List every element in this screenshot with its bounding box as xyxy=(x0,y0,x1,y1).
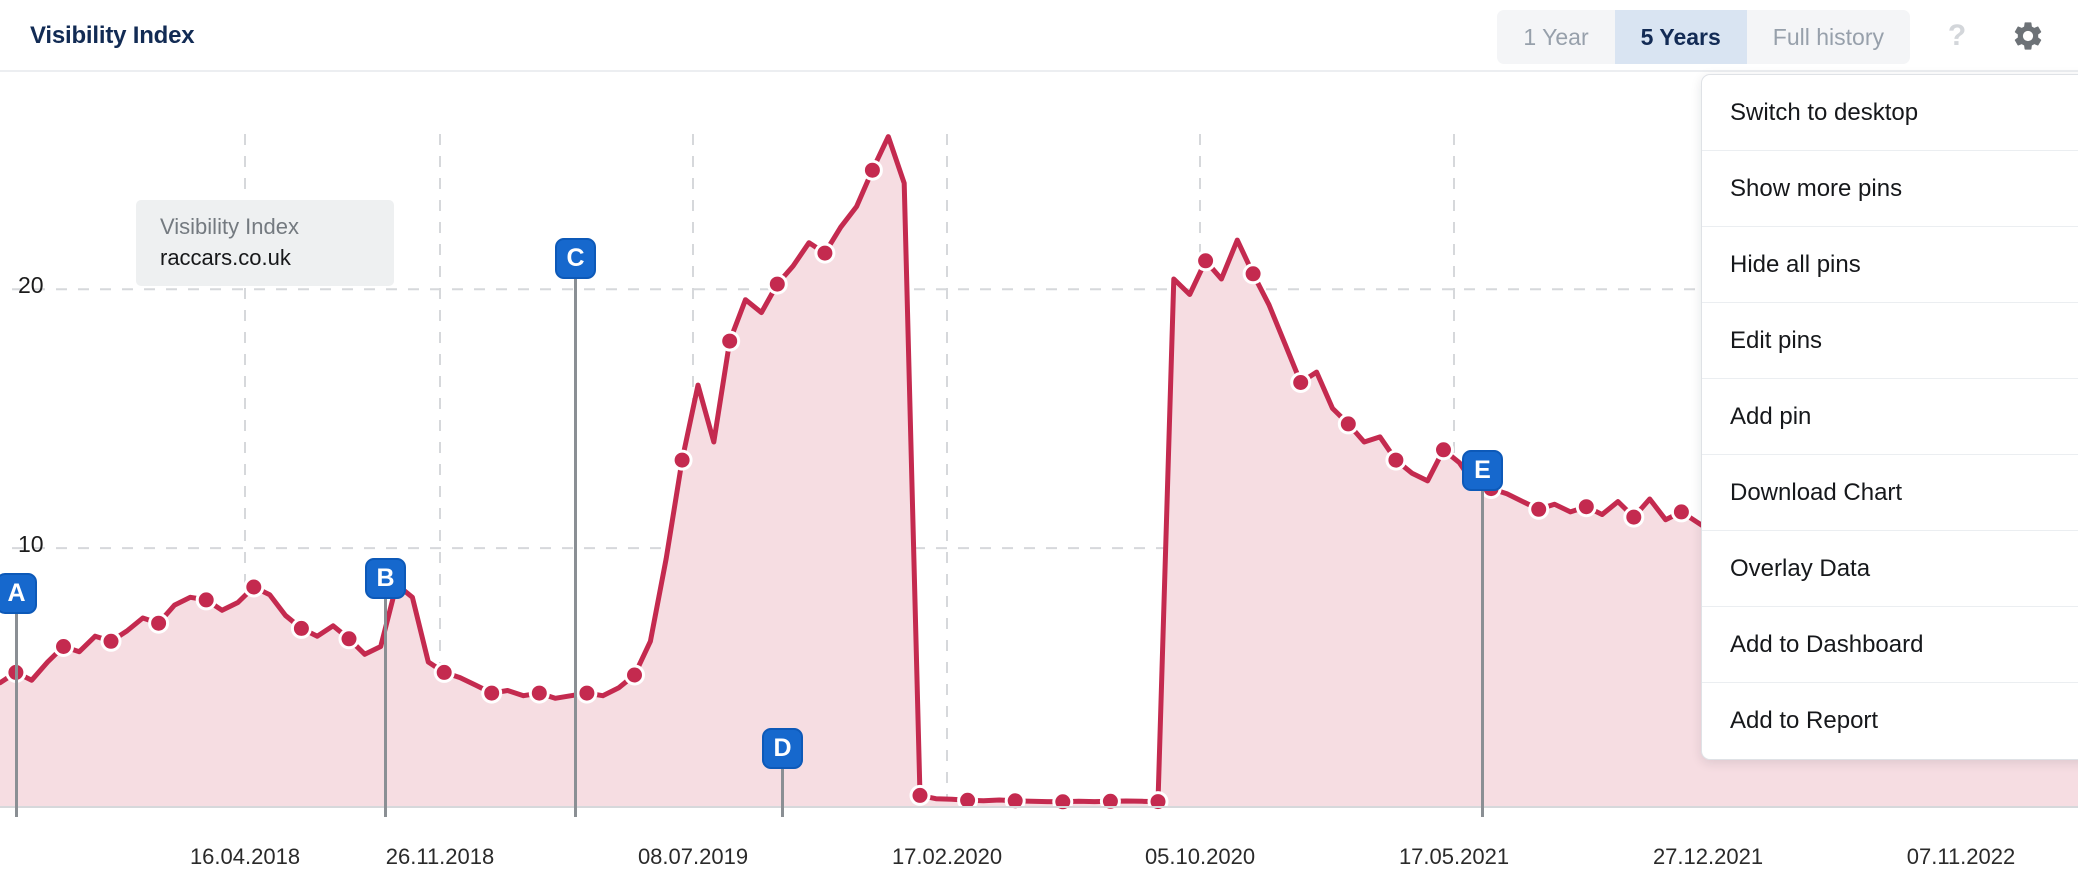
pin-stem xyxy=(781,769,784,817)
x-axis-tick-7: 07.11.2022 xyxy=(1906,844,2016,869)
pin-marker-e[interactable]: E xyxy=(1462,450,1503,817)
panel-header: Visibility Index 1 Year 5 Years Full his… xyxy=(0,0,2078,72)
x-axis-tick-2: 08.07.2019 xyxy=(637,844,749,869)
range-button-1-year[interactable]: 1 Year xyxy=(1497,10,1614,64)
data-point[interactable] xyxy=(1052,791,1074,813)
data-point[interactable] xyxy=(1575,496,1597,518)
data-point[interactable] xyxy=(433,661,455,683)
range-button-full-history[interactable]: Full history xyxy=(1747,10,1910,64)
data-point[interactable] xyxy=(100,630,122,652)
x-axis-tick-3: 17.02.2020 xyxy=(891,844,1003,869)
data-point[interactable] xyxy=(1195,250,1217,272)
data-point[interactable] xyxy=(671,449,693,471)
data-point[interactable] xyxy=(719,330,741,352)
menu-item-edit-pins[interactable]: Edit pins xyxy=(1702,303,2078,379)
data-point[interactable] xyxy=(1242,263,1264,285)
data-point[interactable] xyxy=(290,617,312,639)
visibility-index-panel: Visibility Index 1 Year 5 Years Full his… xyxy=(0,0,2078,880)
data-point[interactable] xyxy=(1433,439,1454,461)
y-axis-tick-20: 20 xyxy=(18,272,44,299)
data-point[interactable] xyxy=(53,636,74,657)
pin-stem xyxy=(1481,491,1484,817)
data-point[interactable] xyxy=(243,576,265,598)
data-point[interactable] xyxy=(861,159,883,181)
legend-domain-label: raccars.co.uk xyxy=(160,245,291,271)
menu-item-overlay-data[interactable]: Overlay Data xyxy=(1702,531,2078,607)
data-point[interactable] xyxy=(576,682,598,704)
pin-marker-a[interactable]: A xyxy=(0,573,37,817)
data-point[interactable] xyxy=(909,784,931,806)
data-point[interactable] xyxy=(766,273,788,295)
chart-settings-menu[interactable]: Switch to desktop Show more pins Hide all … xyxy=(1701,74,2078,760)
menu-item-add-pin[interactable]: Add pin xyxy=(1702,379,2078,455)
data-point[interactable] xyxy=(528,682,550,704)
pin-badge-b[interactable]: B xyxy=(365,558,406,599)
x-axis-tick-5: 17.05.2021 xyxy=(1398,844,1510,869)
pin-badge-c[interactable]: C xyxy=(555,238,596,279)
data-point[interactable] xyxy=(1528,498,1550,520)
pin-stem xyxy=(574,279,577,817)
gear-icon[interactable] xyxy=(2008,16,2048,56)
data-point[interactable] xyxy=(195,589,217,611)
pin-marker-b[interactable]: B xyxy=(365,558,406,817)
menu-item-add-to-dashboard[interactable]: Add to Dashboard xyxy=(1702,607,2078,683)
data-point[interactable] xyxy=(1290,372,1312,393)
pin-marker-c[interactable]: C xyxy=(555,238,596,817)
menu-item-show-more-pins[interactable]: Show more pins xyxy=(1702,151,2078,227)
pin-badge-a[interactable]: A xyxy=(0,573,37,614)
pin-stem xyxy=(15,614,18,817)
range-button-5-years[interactable]: 5 Years xyxy=(1614,10,1747,64)
data-point[interactable] xyxy=(338,628,360,650)
legend-metric-label: Visibility Index xyxy=(160,214,299,239)
x-axis-tick-4: 05.10.2020 xyxy=(1144,844,1256,869)
data-point[interactable] xyxy=(1385,449,1407,471)
page-title: Visibility Index xyxy=(30,22,195,49)
y-axis-tick-10: 10 xyxy=(18,531,44,558)
data-point[interactable] xyxy=(148,612,170,634)
x-axis-tick-1: 26.11.2018 xyxy=(385,844,495,869)
data-point[interactable] xyxy=(481,682,503,704)
question-mark-icon[interactable]: ? xyxy=(1940,14,1974,58)
menu-item-download-chart[interactable]: Download Chart xyxy=(1702,455,2078,531)
menu-item-hide-all-pins[interactable]: Hide all pins xyxy=(1702,227,2078,303)
data-point[interactable] xyxy=(1337,413,1359,435)
data-point[interactable] xyxy=(624,664,645,686)
pin-badge-d[interactable]: D xyxy=(762,728,803,769)
data-point[interactable] xyxy=(814,242,836,264)
x-axis-tick-0: 16.04.2018 xyxy=(189,844,301,869)
menu-item-switch-to-desktop[interactable]: Switch to desktop xyxy=(1702,75,2078,151)
data-point[interactable] xyxy=(1670,501,1692,523)
pin-badge-e[interactable]: E xyxy=(1462,450,1503,491)
pin-marker-d[interactable]: D xyxy=(762,728,803,817)
pin-stem xyxy=(384,599,387,817)
menu-item-add-to-report[interactable]: Add to Report xyxy=(1702,683,2078,759)
chart-legend-tooltip: Visibility Index raccars.co.uk xyxy=(136,200,394,287)
data-point[interactable] xyxy=(1623,506,1645,528)
x-axis-tick-6: 27.12.2021 xyxy=(1652,844,1764,869)
time-range-toggle-group: 1 Year 5 Years Full history xyxy=(1497,10,1910,64)
